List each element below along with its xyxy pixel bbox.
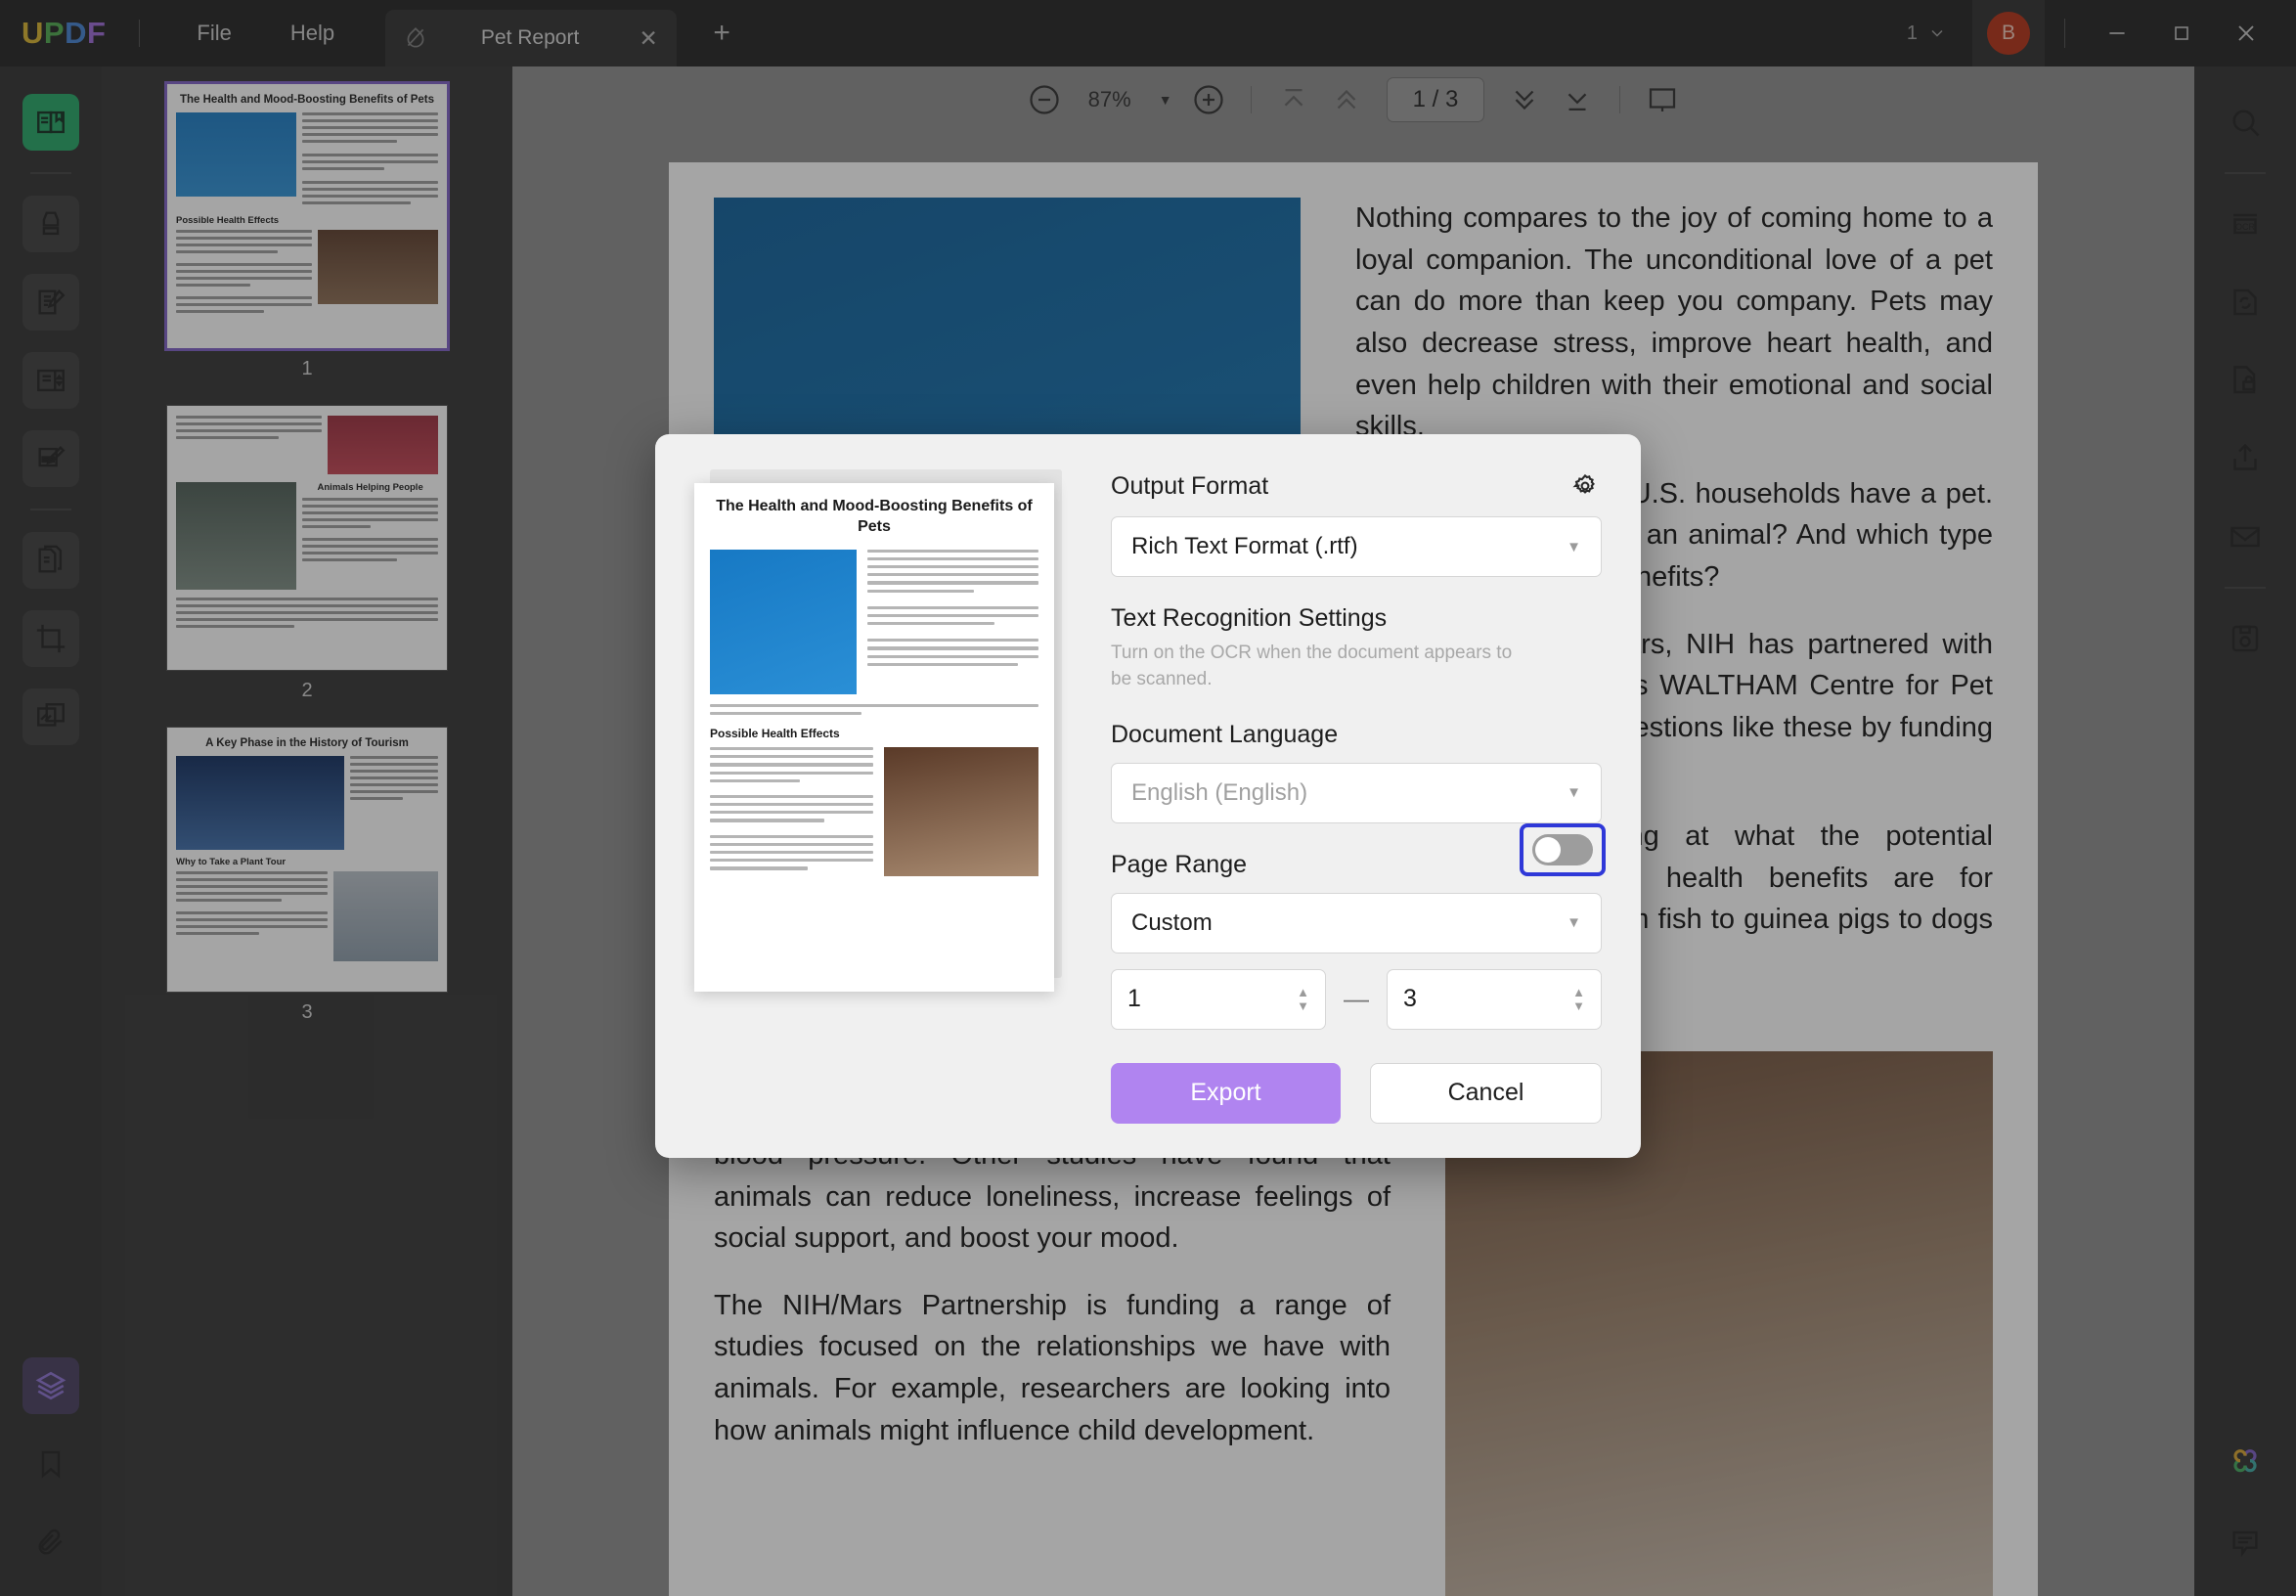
ocr-settings-label: Text Recognition Settings (1111, 604, 1602, 633)
page-to-input[interactable]: 3 ▲ ▼ (1387, 969, 1602, 1030)
document-language-label: Document Language (1111, 721, 1602, 749)
chevron-down-icon: ▼ (1567, 784, 1581, 801)
preview-front-page: The Health and Mood-Boosting Benefits of… (694, 483, 1054, 992)
ocr-settings-hint: Turn on the OCR when the document appear… (1111, 641, 1522, 693)
page-to-stepper[interactable]: ▲ ▼ (1572, 987, 1585, 1012)
stepper-up-icon[interactable]: ▲ (1297, 987, 1309, 998)
preview-text-lines-2 (710, 747, 873, 876)
stepper-down-icon[interactable]: ▼ (1572, 1000, 1585, 1012)
page-to-value: 3 (1403, 985, 1417, 1013)
page-from-stepper[interactable]: ▲ ▼ (1297, 987, 1309, 1012)
page-range-value: Custom (1131, 909, 1213, 937)
export-button[interactable]: Export (1111, 1063, 1341, 1124)
preview-text-lines (867, 550, 1038, 694)
document-language-select[interactable]: English (English) ▼ (1111, 763, 1602, 823)
preview-caption-lines (710, 704, 1038, 715)
output-format-value: Rich Text Format (.rtf) (1131, 533, 1358, 560)
ocr-toggle-focus-ring (1520, 823, 1606, 876)
page-range-select[interactable]: Custom ▼ (1111, 893, 1602, 953)
output-format-select[interactable]: Rich Text Format (.rtf) ▼ (1111, 516, 1602, 577)
preview-subheading: Possible Health Effects (710, 727, 1038, 740)
output-format-label: Output Format (1111, 472, 1268, 501)
ocr-toggle[interactable] (1532, 834, 1593, 865)
toggle-knob (1535, 837, 1561, 863)
page-from-value: 1 (1127, 985, 1141, 1013)
gear-icon[interactable] (1568, 469, 1602, 503)
stepper-up-icon[interactable]: ▲ (1572, 987, 1585, 998)
stepper-down-icon[interactable]: ▼ (1297, 1000, 1309, 1012)
chevron-down-icon: ▼ (1567, 539, 1581, 555)
chevron-down-icon: ▼ (1567, 914, 1581, 931)
preview-title: The Health and Mood-Boosting Benefits of… (710, 497, 1038, 538)
export-dialog: The Health and Mood-Boosting Benefits of… (655, 434, 1641, 1158)
range-separator: — (1344, 984, 1369, 1014)
export-form: Output Format Rich Text Format (.rtf) ▼ … (1097, 434, 1641, 1158)
cancel-button[interactable]: Cancel (1370, 1063, 1602, 1124)
document-language-value: English (English) (1131, 779, 1307, 807)
document-preview: The Health and Mood-Boosting Benefits of… (655, 434, 1097, 1158)
preview-dog-image (884, 747, 1038, 876)
page-from-input[interactable]: 1 ▲ ▼ (1111, 969, 1326, 1030)
preview-cat-image (710, 550, 857, 694)
